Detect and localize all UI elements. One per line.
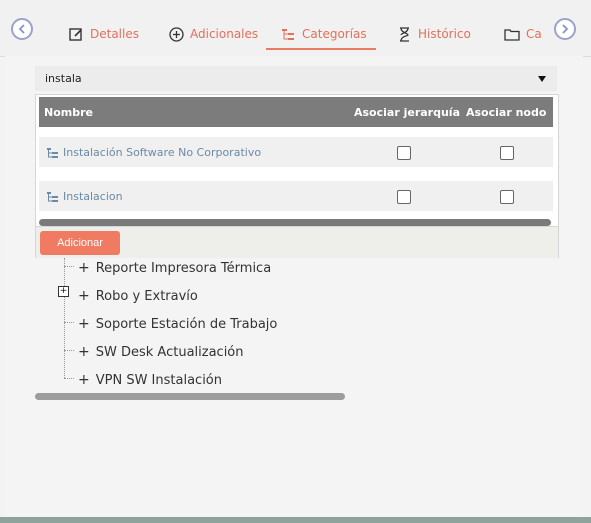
column-header-asociar-nodo: Asociar nodo [466, 106, 547, 119]
category-search-combobox[interactable]: instala [35, 66, 557, 91]
tree-item-label: Reporte Impresora Térmica [95, 260, 272, 276]
expand-icon[interactable]: + [58, 286, 69, 297]
plus-circle-icon [168, 26, 184, 42]
table-row[interactable]: Instalación Software No Corporativo [39, 137, 553, 167]
tab-label: Detalles [90, 27, 139, 41]
tree-item[interactable]: + Reporte Impresora Térmica [78, 256, 271, 280]
tree-item-label: VPN SW Instalación [95, 372, 223, 388]
table-row[interactable]: Instalacion [39, 181, 553, 211]
tree-item[interactable]: + VPN SW Instalación [78, 368, 222, 392]
tab-bar: Detalles Adicionales Categorías Históric… [0, 0, 591, 57]
column-header-asociar-jerarquia: Asociar jerarquía [354, 106, 460, 119]
tree-connector [64, 350, 74, 352]
tree-item[interactable]: + SW Desk Actualización [78, 340, 244, 364]
bottom-border [0, 517, 591, 523]
scroll-right-button[interactable] [554, 18, 576, 40]
add-icon[interactable]: + [78, 372, 90, 388]
tree-item-label: Soporte Estación de Trabajo [95, 316, 278, 332]
results-table-header: Nombre Asociar jerarquía Asociar nodo [39, 97, 553, 127]
row-name: Instalación Software No Corporativo [63, 146, 262, 159]
asociar-jerarquia-checkbox[interactable] [397, 190, 411, 204]
add-icon[interactable]: + [78, 288, 90, 304]
chevron-left-icon [18, 24, 25, 34]
tree-item-label: SW Desk Actualización [95, 344, 244, 360]
tab-historico[interactable]: Histórico [396, 19, 471, 49]
add-icon[interactable]: + [78, 316, 90, 332]
category-tree: + Reporte Impresora Térmica + + Robo y E… [35, 256, 355, 396]
row-name-cell: Instalación Software No Corporativo [47, 146, 261, 159]
tree-connector [64, 266, 74, 268]
tab-label: Ca [526, 27, 542, 41]
asociar-nodo-checkbox[interactable] [500, 146, 514, 160]
tab-adicionales[interactable]: Adicionales [168, 19, 258, 49]
tab-detalles[interactable]: Detalles [68, 19, 139, 49]
row-name-cell: Instalacion [47, 190, 123, 203]
folder-icon [504, 26, 520, 42]
adicionar-button[interactable]: Adicionar [40, 231, 120, 255]
asociar-jerarquia-checkbox[interactable] [397, 146, 411, 160]
scroll-left-button[interactable] [11, 18, 33, 40]
tree-item-label: Robo y Extravío [95, 288, 198, 304]
tab-label: Histórico [418, 27, 471, 41]
add-icon[interactable]: + [78, 344, 90, 360]
active-tab-indicator [266, 48, 376, 50]
tree-node-icon [47, 147, 58, 158]
edit-icon [68, 26, 84, 42]
chevron-right-icon [562, 24, 569, 34]
column-header-nombre: Nombre [44, 106, 93, 119]
search-results-popup: Nombre Asociar jerarquía Asociar nodo In… [35, 94, 559, 258]
popup-footer: Adicionar [36, 226, 558, 258]
tree-item[interactable]: + Robo y Extravío [78, 284, 198, 308]
tree-item[interactable]: + Soporte Estación de Trabajo [78, 312, 277, 336]
tree-node-icon [47, 191, 58, 202]
tab-categorias[interactable]: Categorías [280, 19, 367, 49]
tab-ca[interactable]: Ca [504, 19, 542, 49]
tree-connector [64, 322, 74, 324]
categories-panel: instala + Reporte Impresora Térmica + + … [5, 56, 583, 516]
tab-label: Adicionales [190, 27, 259, 41]
hourglass-icon [396, 26, 412, 42]
row-name: Instalacion [63, 190, 123, 203]
tree-connector [64, 378, 74, 380]
asociar-nodo-checkbox[interactable] [500, 190, 514, 204]
search-value: instala [45, 72, 82, 85]
results-horizontal-scrollbar[interactable] [39, 219, 551, 226]
tree-connector [64, 258, 66, 378]
tab-label: Categorías [302, 27, 367, 41]
tree-icon [280, 26, 296, 42]
dropdown-arrow-icon[interactable] [537, 75, 547, 83]
add-icon[interactable]: + [78, 260, 90, 276]
tree-horizontal-scrollbar[interactable] [35, 393, 345, 400]
